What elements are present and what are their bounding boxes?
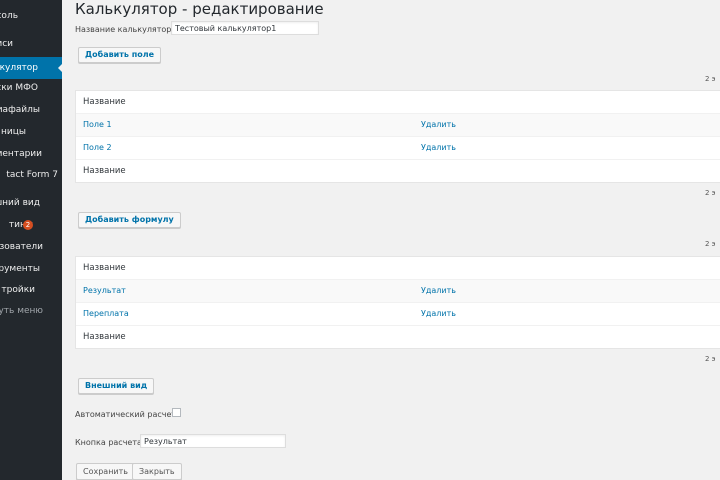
sidebar-item-mfo[interactable]: ски МФО [0,77,62,99]
delete-link[interactable]: Удалить [421,137,456,159]
auto-calc-checkbox[interactable] [172,408,181,417]
auto-calc-label: Автоматический расчет [75,410,177,419]
add-formula-button[interactable]: Добавить формулу [78,212,181,228]
formula-name-link[interactable]: Переплата [83,303,129,325]
table-row: Переплата Удалить [76,303,720,326]
sidebar-item-label: шний вид [0,198,40,208]
sidebar-item-tools[interactable]: рументы [0,258,62,280]
sidebar-item-label: ницы [1,127,26,137]
column-footer-name: Название [83,166,126,176]
table-row: Поле 2 Удалить [76,137,720,160]
close-button[interactable]: Закрыть [132,463,182,480]
items-count: 2 э [705,355,716,363]
sidebar-item-label: иси [0,39,13,49]
sidebar-item-label: ьзователи [0,242,43,252]
appearance-button[interactable]: Внешний вид [78,378,155,394]
fields-table: Название Поле 1 Удалить Поле 2 Удалить Н… [75,90,720,183]
sidebar-item-settings[interactable]: тройки [0,279,62,301]
update-count-badge: 2 [23,220,33,230]
sidebar-item-appearance[interactable]: шний вид [0,192,62,214]
sidebar-item-label: tact Form 7 [6,170,58,180]
table-footer-row: Название [76,160,720,182]
calculator-name-input[interactable] [171,21,319,35]
delete-link[interactable]: Удалить [421,280,456,302]
add-field-button[interactable]: Добавить поле [78,47,162,63]
admin-sidebar: соль иси лькулятор ски МФО иафайлы ницы … [0,0,62,480]
active-indicator-arrow [58,63,62,73]
items-count: 2 э [705,189,716,197]
sidebar-item-plugins[interactable]: тины 2 [0,214,62,236]
sidebar-item-comments[interactable]: ментарии [0,143,62,165]
field-name-link[interactable]: Поле 2 [83,137,112,159]
items-count: 2 э [705,75,716,83]
sidebar-item-label: ментарии [0,149,42,159]
column-header-name: Название [83,263,126,273]
sidebar-item-users[interactable]: ьзователи [0,236,62,258]
calculator-name-label: Название калькулятора [75,25,177,34]
sidebar-collapse-menu[interactable]: нуть меню [0,300,62,322]
items-count: 2 э [705,240,716,248]
column-footer-name: Название [83,332,126,342]
field-name-link[interactable]: Поле 1 [83,114,112,136]
calc-button-label: Кнопка расчета [75,438,142,447]
formulas-table: Название Результат Удалить Переплата Уда… [75,256,720,349]
table-footer-row: Название [76,326,720,348]
sidebar-item-label: иафайлы [0,105,40,115]
formula-name-link[interactable]: Результат [83,280,126,302]
sidebar-item-pages[interactable]: ницы [0,121,62,143]
sidebar-item-posts[interactable]: иси [0,33,62,55]
delete-link[interactable]: Удалить [421,114,456,136]
delete-link[interactable]: Удалить [421,303,456,325]
save-button[interactable]: Сохранить [76,463,135,480]
table-header-row: Название [76,91,720,114]
sidebar-item-calculator[interactable]: лькулятор [0,57,62,79]
sidebar-item-label: нуть меню [0,306,43,316]
table-row: Результат Удалить [76,280,720,303]
table-header-row: Название [76,257,720,280]
table-row: Поле 1 Удалить [76,114,720,137]
sidebar-item-label: ски МФО [0,83,38,93]
column-header-name: Название [83,97,126,107]
page-title: Калькулятор - редактирование [75,0,324,18]
calc-button-text-input[interactable] [140,434,286,448]
sidebar-item-label: тройки [1,285,35,295]
sidebar-item-console[interactable]: соль [0,5,62,27]
sidebar-item-contact-form[interactable]: tact Form 7 [0,164,62,186]
sidebar-item-media[interactable]: иафайлы [0,99,62,121]
sidebar-item-label: лькулятор [0,63,38,73]
sidebar-item-label: соль [0,11,18,21]
sidebar-item-label: рументы [0,264,40,274]
